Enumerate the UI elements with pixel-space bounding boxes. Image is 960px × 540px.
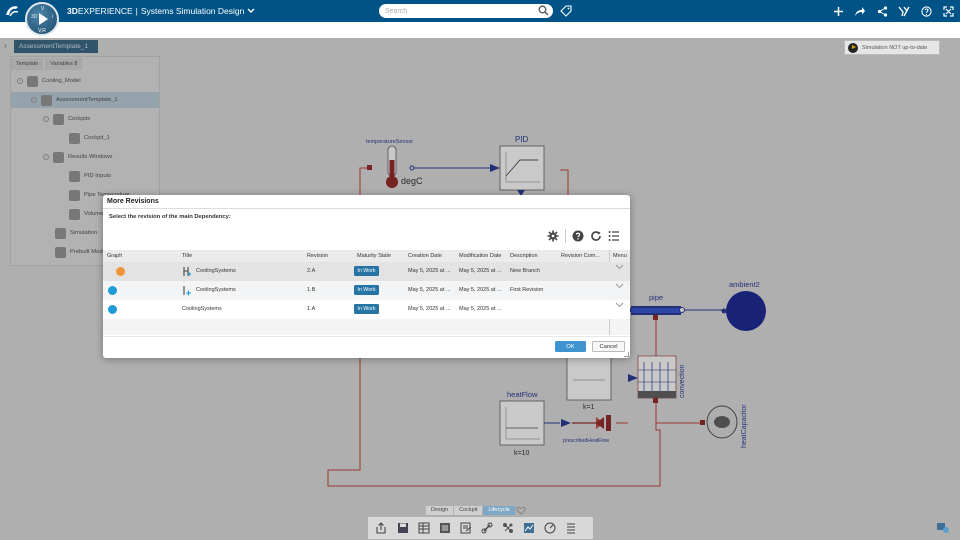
dassault-logo-icon[interactable] [4,4,20,18]
community-icon[interactable] [896,3,912,19]
brand-experience: EXPERIENCE [77,6,133,16]
row-menu-chevron-icon[interactable] [615,264,624,272]
cell-title[interactable]: CoolingSystems [196,287,236,293]
gauge-icon[interactable] [542,520,558,536]
action-toolbar [368,517,593,539]
column-header-modification-date[interactable]: Modification Date [459,253,502,259]
top-bar: 3DEXPERIENCE | Systems Simulation Design [0,0,960,22]
graph-node-blue [108,305,117,314]
share-arrow-icon[interactable] [852,3,868,19]
view-tabs: Design Cockpit Lifecycle [426,506,526,515]
column-header-revision[interactable]: Revision [307,253,328,259]
search-icon[interactable] [538,5,549,18]
column-header-maturity[interactable]: Maturity State [357,253,391,259]
export-icon[interactable] [374,520,390,536]
cell-creation-date: May 5, 2025 at ... [408,306,451,312]
play-icon [848,42,858,53]
column-header-description[interactable]: Description [510,253,538,259]
dialog-footer-divider [103,336,630,337]
cell-creation-date: May 5, 2025 at ... [408,287,451,293]
toolbar-separator [565,229,566,243]
network-icon[interactable] [500,520,516,536]
list-options-icon[interactable] [608,230,620,242]
graph-node-blue [108,286,117,295]
cell-title[interactable]: CoolingSystems [182,306,222,312]
collaboration-icon[interactable] [936,522,950,536]
grid-header: Graph Title Revision Maturity State Crea… [103,250,630,262]
maturity-badge[interactable]: In Work [354,285,379,295]
properties-icon[interactable] [563,520,579,536]
app-brand[interactable]: 3DEXPERIENCE | Systems Simulation Design [67,6,255,16]
cell-revision: 1.B [307,287,316,293]
table-row[interactable]: CoolingSystems 2.A In Work May 5, 2025 a… [103,262,630,281]
table-icon[interactable] [416,520,432,536]
dialog-divider [103,208,630,209]
brand-separator: | [135,6,138,16]
ok-button[interactable]: OK [555,341,586,352]
header-strip [0,22,960,38]
cell-creation-date: May 5, 2025 at ... [408,268,451,274]
heart-icon[interactable] [516,506,526,515]
cell-revision: 2.A [307,268,316,274]
tab-lifecycle[interactable]: Lifecycle [483,506,515,515]
more-revisions-dialog: More Revisions Select the revision of th… [103,195,630,358]
cell-modification-date: May 5, 2025 at ... [459,287,502,293]
compass-widget[interactable]: 3D V i V,R [25,2,59,36]
gear-icon[interactable] [547,230,559,242]
maturity-badge[interactable]: In Work [354,266,379,276]
network-share-icon[interactable] [874,3,890,19]
chart-icon[interactable] [521,520,537,536]
column-header-title[interactable]: Title [182,253,192,259]
app-title: Systems Simulation Design [140,6,245,16]
row-menu-chevron-icon[interactable] [615,283,624,291]
column-header-revision-comment[interactable]: Revision Com... [561,253,600,259]
cell-title[interactable]: CoolingSystems [196,268,236,274]
list-view-icon[interactable] [437,520,453,536]
top-actions [830,3,956,19]
compass-play-icon [39,13,48,25]
save-icon[interactable] [395,520,411,536]
help-icon[interactable] [918,3,934,19]
compass-version: V,R [38,28,46,34]
table-row[interactable]: CoolingSystems 1.A In Work May 5, 2025 a… [103,300,630,319]
simulation-status[interactable]: Simulation NOT up-to-date [844,40,940,55]
revision-icon [182,285,193,296]
branch-icon [182,266,193,277]
dialog-subtitle: Select the revision of the main Dependen… [109,214,231,220]
column-header-creation-date[interactable]: Creation Date [408,253,442,259]
fullscreen-icon[interactable] [940,3,956,19]
refresh-icon[interactable] [590,230,602,242]
compass-quadrant-v: V [41,6,45,12]
search-box[interactable] [379,4,553,18]
search-input[interactable] [385,6,535,16]
chevron-down-icon[interactable] [247,7,255,16]
brand-3d: 3D [67,6,78,16]
compass-quadrant-3d: 3D [31,14,38,20]
cell-revision: 1.A [307,306,316,312]
help-icon[interactable] [572,230,584,242]
cancel-button[interactable]: Cancel [592,341,625,352]
tag-icon[interactable] [560,5,572,19]
simulation-status-label: Simulation NOT up-to-date [862,44,928,51]
add-icon[interactable] [830,3,846,19]
resize-handle[interactable] [624,352,629,357]
cell-description: New Branch [510,268,540,274]
row-menu-chevron-icon[interactable] [615,302,624,310]
maturity-badge[interactable]: In Work [354,304,379,314]
tab-design[interactable]: Design [426,506,454,515]
dialog-toolbar [547,229,620,243]
table-row[interactable]: CoolingSystems 1.B In Work May 5, 2025 a… [103,281,630,300]
revisions-grid: Graph Title Revision Maturity State Crea… [103,250,630,335]
tab-cockpit[interactable]: Cockpit [454,506,483,515]
column-header-menu[interactable]: Menu [613,253,627,259]
cell-modification-date: May 5, 2025 at ... [459,306,502,312]
link-icon[interactable] [479,520,495,536]
cell-modification-date: May 5, 2025 at ... [459,268,502,274]
report-icon[interactable] [458,520,474,536]
dialog-title: More Revisions [107,198,159,205]
graph-node-orange [116,267,125,276]
compass-quadrant-i: i [52,14,54,20]
cell-description: First Revision [510,287,544,293]
